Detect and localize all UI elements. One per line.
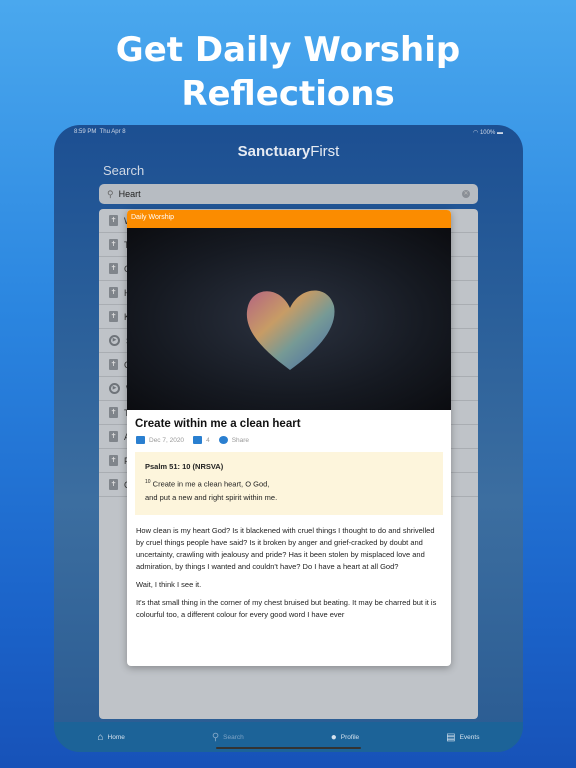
bible-icon: ✝ <box>109 359 118 370</box>
share-icon[interactable] <box>218 436 228 444</box>
tab-search[interactable]: ⚲ Search <box>212 732 244 743</box>
headline-line-2: Reflections <box>181 74 395 114</box>
search-icon: ⚲ <box>211 731 220 743</box>
article-title: Create within me a clean heart <box>135 418 301 430</box>
search-input[interactable]: ⚲ Heart ✕ <box>99 184 478 204</box>
category-label: Daily Worship <box>127 210 451 228</box>
tab-home[interactable]: ⌂ Home <box>97 732 124 743</box>
bible-icon: ✝ <box>109 407 118 418</box>
play-icon: ▶ <box>109 335 120 346</box>
article-meta: Dec 7, 2020 4 Share <box>136 436 442 444</box>
headline-line-1: Get Daily Worship <box>115 30 461 70</box>
bible-icon: ✝ <box>109 479 118 490</box>
status-bar: 8:59 PM Thu Apr 8 ◠ 100% ▬ <box>74 129 503 136</box>
tab-events[interactable]: ▤ Events <box>446 732 479 743</box>
scripture-reference: Psalm 51: 10 (NRSVA) <box>145 462 224 471</box>
tab-profile[interactable]: ● Profile <box>331 732 359 743</box>
bible-icon: ✝ <box>109 311 118 322</box>
battery-level: 100% <box>479 130 496 136</box>
comment-icon[interactable] <box>193 436 203 444</box>
heart-illustration <box>246 290 335 370</box>
article-card: Daily Worship Create within me a clean h… <box>127 210 451 666</box>
bible-icon: ✝ <box>109 263 118 274</box>
bible-icon: ✝ <box>109 431 118 442</box>
search-icon: ⚲ <box>107 188 114 199</box>
article-date: Dec 7, 2020 <box>149 436 185 444</box>
battery-icon: ▬ <box>497 130 503 136</box>
bible-icon: ✝ <box>109 455 118 466</box>
tab-bar: ⌂ Home ⚲ Search ● Profile ▤ Events <box>54 722 523 752</box>
bible-icon: ✝ <box>109 287 118 298</box>
clear-search-button[interactable]: ✕ <box>462 190 470 198</box>
home-indicator <box>216 747 361 749</box>
home-icon: ⌂ <box>97 731 104 743</box>
status-time: 8:59 PM <box>74 129 97 135</box>
play-icon: ▶ <box>109 383 120 394</box>
page-title: Search <box>103 163 145 178</box>
heart-image <box>127 228 451 410</box>
wifi-icon: ◠ <box>473 130 479 136</box>
headline: Get Daily Worship Reflections <box>0 28 576 116</box>
scripture-box: Psalm 51: 10 (NRSVA) 10 Create in me a c… <box>135 452 443 515</box>
comment-count[interactable]: 4 <box>206 437 210 444</box>
bible-icon: ✝ <box>109 215 118 226</box>
status-date: Thu Apr 8 <box>99 129 126 135</box>
events-icon: ▤ <box>446 731 456 743</box>
bible-icon: ✝ <box>109 239 118 250</box>
article-body: How clean is my heart God? Is it blacken… <box>136 526 437 619</box>
search-value: Heart <box>118 189 141 199</box>
profile-icon: ● <box>330 731 337 743</box>
share-button[interactable]: Share <box>232 437 249 444</box>
app-logo: SanctuaryFirst <box>237 143 340 160</box>
calendar-icon <box>136 436 145 444</box>
